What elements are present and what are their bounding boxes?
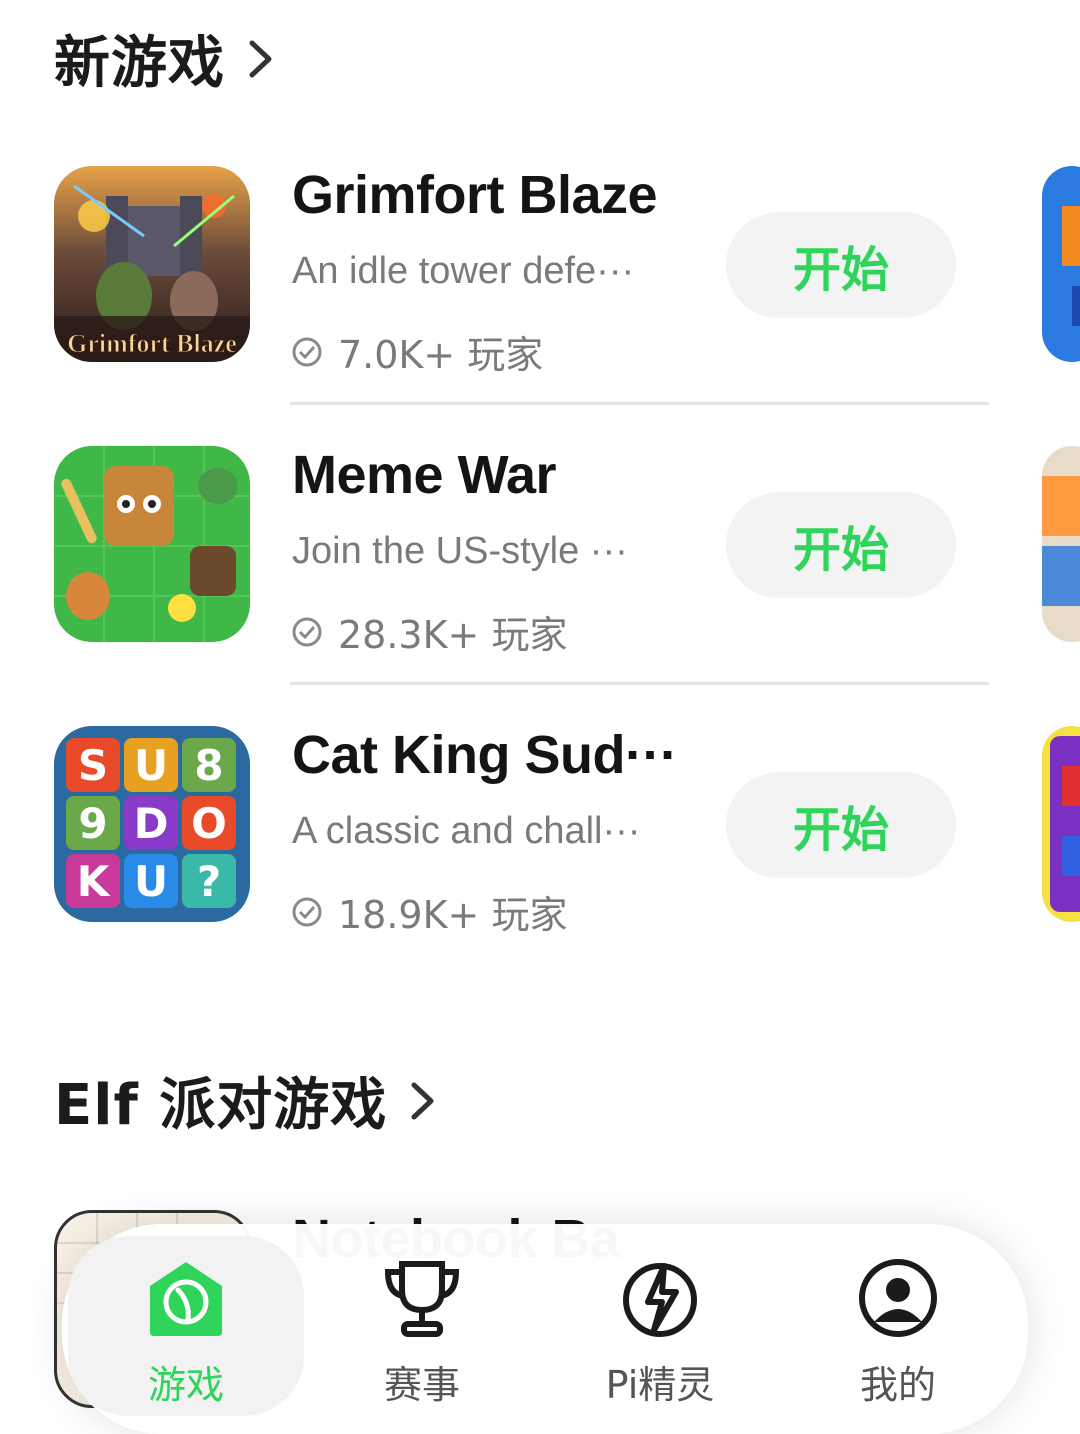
sudoku-tile-letter: S bbox=[78, 741, 108, 790]
sudoku-tile-letter: K bbox=[77, 857, 111, 906]
carousel-peek-card[interactable] bbox=[1042, 446, 1080, 642]
game-icon-cat-king-sudoku[interactable]: S U 8 9 D O K U? bbox=[54, 726, 250, 922]
game-icon-meme-war[interactable] bbox=[54, 446, 250, 642]
game-description: A classic and chall··· bbox=[292, 810, 641, 852]
carousel-peek-card[interactable] bbox=[1042, 166, 1080, 362]
player-count: 7.0K+ 玩家 bbox=[290, 324, 543, 379]
player-count: 28.3K+ 玩家 bbox=[290, 604, 567, 659]
nav-label: Pi精灵 bbox=[605, 1363, 715, 1407]
chevron-right-icon bbox=[411, 1082, 434, 1119]
home-leaf-icon bbox=[150, 1262, 222, 1336]
nav-item-profile[interactable]: 我的 bbox=[780, 1236, 1016, 1416]
game-description: Join the US-style ··· bbox=[292, 530, 628, 572]
player-count-text: 28.3K+ 玩家 bbox=[338, 613, 568, 657]
players-icon bbox=[292, 897, 322, 926]
nav-label: 赛事 bbox=[383, 1363, 460, 1407]
game-title: Meme War bbox=[292, 445, 557, 505]
players-icon bbox=[292, 617, 322, 646]
nav-item-events[interactable]: 赛事 bbox=[304, 1236, 540, 1416]
player-count: 18.9K+ 玩家 bbox=[290, 884, 567, 939]
game-title: Cat King Sud··· bbox=[292, 725, 678, 785]
player-count-text: 18.9K+ 玩家 bbox=[338, 893, 568, 937]
game-title: Grimfort Blaze bbox=[292, 165, 658, 225]
player-count-text: 7.0K+ 玩家 bbox=[338, 333, 544, 377]
start-button[interactable]: 开始 bbox=[726, 772, 956, 878]
sudoku-tile-letter: O bbox=[191, 799, 227, 848]
profile-icon bbox=[859, 1259, 937, 1337]
divider bbox=[290, 682, 989, 685]
game-icon-grimfort-blaze[interactable]: Grimfort Blaze bbox=[54, 166, 250, 362]
nav-item-pi-elf[interactable]: Pi精灵 bbox=[542, 1236, 778, 1416]
section-title: Elf 派对游戏 bbox=[54, 1073, 388, 1138]
sudoku-tile-letter: 9 bbox=[78, 799, 107, 848]
players-icon bbox=[292, 337, 322, 366]
section-elf-party-header[interactable]: Elf 派对游戏 bbox=[54, 1060, 437, 1141]
section-new-games-header[interactable]: 新游戏 bbox=[54, 18, 275, 99]
sudoku-tile-letter: U bbox=[134, 857, 168, 906]
sudoku-tile-letter: ? bbox=[197, 857, 221, 906]
nav-label: 我的 bbox=[859, 1363, 936, 1407]
sudoku-tile-letter: D bbox=[134, 799, 169, 848]
trophy-icon bbox=[384, 1261, 460, 1337]
bottom-nav: 游戏 赛事 Pi精灵 我的 bbox=[62, 1224, 1028, 1434]
sudoku-tile-letter: 8 bbox=[194, 741, 223, 790]
game-description: An idle tower defe··· bbox=[292, 250, 635, 292]
game-row[interactable]: Meme War Join the US-style ··· 28.3K+ 玩家… bbox=[0, 445, 1080, 657]
section-title: 新游戏 bbox=[54, 31, 225, 96]
nav-label: 游戏 bbox=[147, 1363, 224, 1407]
start-button[interactable]: 开始 bbox=[726, 212, 956, 318]
sudoku-tile-letter: U bbox=[134, 741, 168, 790]
lightning-icon bbox=[623, 1263, 697, 1337]
carousel-peek-card[interactable] bbox=[1042, 726, 1080, 922]
game-row[interactable]: Grimfort Blaze Grimfort Blaze An idle to… bbox=[0, 165, 1080, 377]
nav-item-games[interactable]: 游戏 bbox=[68, 1236, 304, 1416]
divider bbox=[290, 402, 989, 405]
start-button[interactable]: 开始 bbox=[726, 492, 956, 598]
icon-logo-text: Grimfort Blaze bbox=[67, 329, 237, 358]
game-row[interactable]: S U 8 9 D O K U? Cat King Sud··· A classic and … bbox=[0, 725, 1080, 937]
chevron-right-icon bbox=[249, 40, 272, 77]
